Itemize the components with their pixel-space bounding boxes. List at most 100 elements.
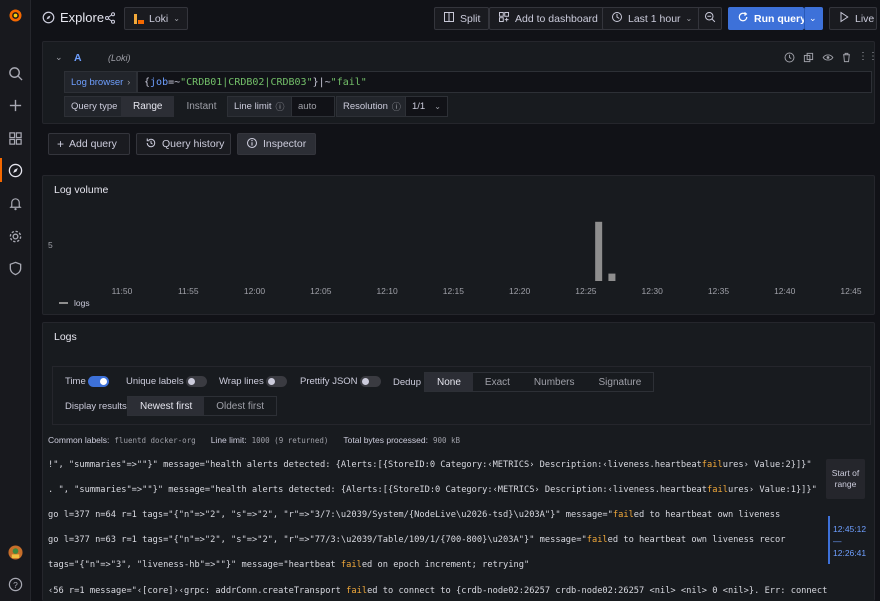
- duplicate-query-icon[interactable]: [803, 52, 814, 63]
- query-type-text: Query type: [71, 101, 118, 112]
- top-bar: Explore Loki ⌄ Split Add to dashboard La…: [31, 0, 880, 36]
- volume-bar[interactable]: [595, 221, 603, 281]
- search-icon[interactable]: [7, 65, 23, 81]
- add-query-button[interactable]: + Add query: [48, 133, 130, 155]
- query-token-value: "CRDB01|CRDB02|CRDB03": [180, 76, 313, 88]
- query-letter[interactable]: A: [74, 52, 82, 64]
- prettify-json-option[interactable]: Prettify JSON: [300, 376, 382, 387]
- line-limit-label: Line limit ⓘ: [227, 96, 292, 117]
- split-label: Split: [460, 12, 481, 25]
- query-history-button[interactable]: Query history: [136, 133, 231, 155]
- x-tick-label: 12:20: [508, 286, 531, 296]
- dedup-none[interactable]: None: [425, 373, 473, 391]
- unique-labels-label: Unique labels: [126, 376, 184, 388]
- time-option-label: Time: [65, 376, 86, 388]
- start-of-range-button[interactable]: Start of range: [826, 459, 865, 499]
- explore-compass-icon[interactable]: [7, 162, 23, 178]
- log-row[interactable]: . ", "summaries"=>""}" message="health a…: [48, 485, 828, 495]
- inspector-button[interactable]: Inspector: [237, 133, 316, 155]
- time-option[interactable]: Time: [65, 376, 110, 388]
- info-icon[interactable]: ⓘ: [392, 100, 401, 113]
- play-icon: [838, 11, 850, 26]
- range-bottom-time: 12:26:41: [833, 548, 867, 558]
- prettify-json-toggle[interactable]: [360, 376, 382, 387]
- query-input[interactable]: {job =~ "CRDB01|CRDB02|CRDB03"} |~ "fail": [137, 71, 872, 93]
- legend-swatch: [59, 302, 68, 304]
- wrap-lines-toggle[interactable]: [266, 376, 288, 387]
- bell-icon[interactable]: [7, 195, 23, 211]
- dashboards-icon[interactable]: [7, 130, 23, 146]
- range-option[interactable]: Range: [121, 96, 175, 117]
- instant-option[interactable]: Instant: [174, 96, 228, 117]
- dedup-exact[interactable]: Exact: [473, 373, 522, 391]
- resolution-text: Resolution: [343, 101, 388, 112]
- oldest-first-option[interactable]: Oldest first: [204, 397, 276, 415]
- log-text: . ", "summaries"=>""}" message="health a…: [48, 485, 708, 495]
- time-range-picker[interactable]: Last 1 hour ⌄: [602, 7, 702, 30]
- gear-icon[interactable]: [7, 228, 23, 244]
- datasource-picker[interactable]: Loki ⌄: [124, 7, 188, 30]
- grafana-logo-icon[interactable]: [6, 6, 25, 25]
- run-query-dropdown[interactable]: ⌄: [804, 7, 823, 30]
- help-icon[interactable]: ?: [7, 576, 23, 592]
- log-row[interactable]: !", "summaries"=>""}" message="health al…: [48, 460, 828, 470]
- log-highlight: fail: [586, 535, 608, 545]
- drag-handle-icon[interactable]: ⋮⋮: [858, 51, 878, 62]
- log-text: !", "summaries"=>""}" message="health al…: [48, 460, 702, 470]
- info-circle-icon: [246, 137, 258, 152]
- resolution-select[interactable]: 1/1 ⌄: [405, 96, 448, 117]
- add-query-label: Add query: [69, 138, 117, 150]
- collapse-chevron-icon[interactable]: ⌄: [55, 52, 63, 63]
- log-row[interactable]: go l=377 n=63 r=1 tags="{"n"=>"2", "s"=>…: [48, 535, 828, 545]
- log-text: go l=377 n=63 r=1 tags="{"n"=>"2", "s"=>…: [48, 535, 587, 545]
- x-tick-label: 12:15: [442, 286, 464, 296]
- eye-icon[interactable]: [822, 52, 834, 63]
- x-tick-label: 12:35: [707, 286, 730, 296]
- unique-labels-option[interactable]: Unique labels: [126, 376, 208, 388]
- x-tick-label: 12:05: [310, 286, 332, 296]
- log-text: go l=377 n=64 r=1 tags="{"n"=>"2", "s"=>…: [48, 510, 613, 520]
- newest-first-option[interactable]: Newest first: [128, 397, 205, 415]
- wrap-lines-option[interactable]: Wrap lines: [219, 376, 288, 387]
- line-limit-text: Line limit: [234, 101, 272, 112]
- x-tick-label: 12:30: [641, 286, 663, 296]
- x-tick-label: 12:40: [774, 286, 796, 296]
- trash-icon[interactable]: [841, 52, 852, 63]
- range-indicator-bar: [828, 516, 830, 564]
- line-limit-input[interactable]: auto: [291, 96, 335, 117]
- zoom-out-button[interactable]: [698, 7, 722, 30]
- log-row[interactable]: go l=377 n=64 r=1 tags="{"n"=>"2", "s"=>…: [48, 510, 828, 520]
- query-token-value: "fail": [330, 76, 367, 88]
- add-to-dashboard-button[interactable]: Add to dashboard: [489, 7, 607, 30]
- log-row[interactable]: ‹56 r=1 message="‹[core]›‹grpc: addrConn…: [48, 586, 828, 596]
- x-tick-label: 11:55: [177, 286, 199, 296]
- avatar[interactable]: [7, 544, 23, 560]
- x-tick-label: 11:50: [111, 286, 133, 296]
- panel-title: Log volume: [54, 184, 109, 196]
- unique-labels-toggle[interactable]: [186, 376, 208, 387]
- log-highlight: fail: [707, 485, 728, 495]
- query-help-icon[interactable]: [784, 52, 795, 63]
- y-tick-label: 5: [48, 240, 53, 250]
- zoom-out-icon: [704, 11, 716, 26]
- info-icon[interactable]: ⓘ: [276, 100, 285, 113]
- query-type-toggle: Range Instant: [121, 96, 229, 117]
- log-text: ed on epoch increment; retrying": [361, 560, 530, 570]
- shield-icon[interactable]: [7, 260, 23, 276]
- time-toggle[interactable]: [88, 376, 110, 387]
- volume-bar[interactable]: [608, 273, 616, 281]
- log-browser-button[interactable]: Log browser ›: [64, 71, 138, 93]
- dedup-signature[interactable]: Signature: [587, 373, 654, 391]
- share-icon[interactable]: [104, 12, 116, 24]
- log-text: ‹56 r=1 message="‹[core]›‹grpc: addrConn…: [48, 586, 347, 596]
- resolution-label: Resolution ⓘ: [336, 96, 408, 117]
- plus-icon[interactable]: [7, 97, 23, 113]
- run-query-button[interactable]: Run query: [728, 7, 806, 30]
- x-tick-label: 12:25: [575, 286, 597, 296]
- log-row[interactable]: tags="{"n"=>"3", "liveness-hb"=>""}" mes…: [48, 560, 828, 570]
- dedup-numbers[interactable]: Numbers: [522, 373, 587, 391]
- chevron-right-icon: ›: [127, 77, 131, 87]
- live-button[interactable]: Live: [829, 7, 877, 30]
- clock-icon: [611, 11, 623, 26]
- split-button[interactable]: Split: [434, 7, 490, 30]
